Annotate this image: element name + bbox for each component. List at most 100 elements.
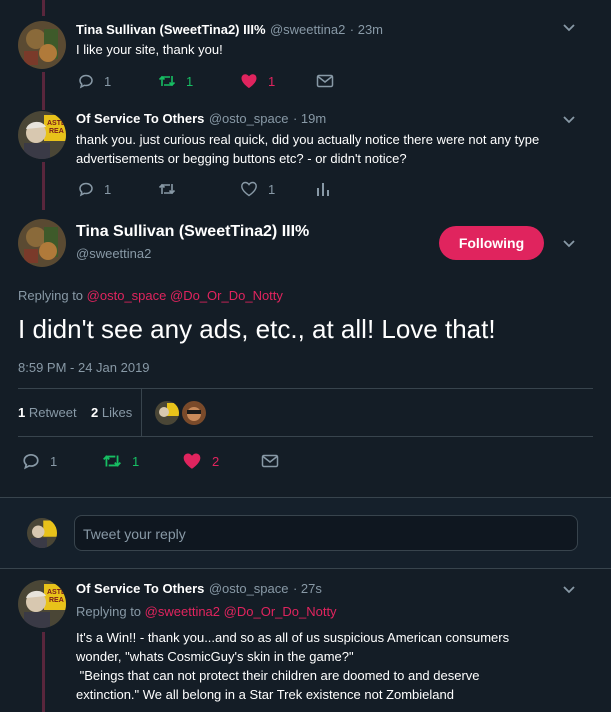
liker-avatar[interactable]	[155, 401, 179, 425]
retweet-button[interactable]	[158, 181, 240, 197]
divider	[18, 436, 593, 437]
mention-link[interactable]: @Do_Or_Do_Notty	[224, 604, 337, 619]
tweet3-header: Of Service To Others @osto_space · 27s	[76, 580, 322, 598]
thread-line-top	[42, 0, 45, 16]
composer-avatar[interactable]	[27, 518, 57, 548]
retweet-button[interactable]: 1	[102, 452, 182, 470]
like-button[interactable]: 1	[240, 181, 316, 197]
reply-icon	[23, 453, 39, 470]
retweets-label: Retweet	[28, 405, 77, 420]
reply-input[interactable]: Tweet your reply	[74, 515, 578, 551]
following-button[interactable]: Following	[439, 226, 544, 260]
retweet-icon	[158, 75, 176, 87]
author-name[interactable]: Of Service To Others	[76, 581, 204, 596]
like-count: 2	[212, 453, 220, 469]
analytics-button[interactable]	[316, 181, 330, 197]
retweet-button[interactable]: 1	[158, 73, 240, 89]
reply-button[interactable]: 1	[78, 181, 158, 197]
retweets-stat[interactable]: 1 Retweet	[18, 405, 77, 420]
author-handle[interactable]: @osto_space	[209, 111, 289, 126]
likes-count: 2	[91, 405, 99, 420]
message-button[interactable]	[316, 74, 334, 88]
replying-to-prefix: Replying to	[18, 288, 84, 303]
main-timestamp[interactable]: 8:59 PM - 24 Jan 2019	[18, 360, 150, 375]
reply-button[interactable]: 1	[22, 452, 102, 470]
likes-label: Likes	[101, 405, 133, 420]
reply-count: 1	[104, 181, 112, 197]
reply-button[interactable]: 1	[78, 73, 158, 89]
heart-outline-icon	[241, 181, 257, 197]
tweet3-replying-to: Replying to @sweettina2 @Do_Or_Do_Notty	[76, 604, 337, 619]
avatar-tina-main[interactable]	[18, 219, 66, 267]
liker-avatar[interactable]	[182, 401, 206, 425]
avatar-tina[interactable]	[18, 21, 66, 69]
tweet3-text-line: It's a Win!! - thank you...and so as all…	[76, 630, 510, 645]
tweet2-actions: 1 1	[78, 181, 330, 197]
replying-to-prefix: Replying to	[76, 604, 142, 619]
tweet-time[interactable]: · 23m	[350, 22, 383, 37]
section-divider	[0, 568, 611, 569]
svg-text:REA: REA	[49, 128, 64, 135]
mention-link[interactable]: @osto_space	[87, 288, 167, 303]
svg-text:REA: REA	[49, 597, 64, 604]
svg-text:ASTE: ASTE	[47, 120, 66, 127]
tweet2-text-line2: advertisements or begging buttons etc? -…	[76, 151, 407, 166]
main-tweet-text: I didn't see any ads, etc., at all! Love…	[18, 314, 496, 344]
main-author-handle[interactable]: @sweettina2	[76, 246, 151, 261]
like-button[interactable]: 1	[240, 73, 316, 89]
chevron-down-icon[interactable]	[562, 582, 576, 599]
main-actions: 1 1 2	[22, 452, 279, 470]
tweet-time[interactable]: · 19m	[293, 111, 326, 126]
mention-link[interactable]: @sweettina2	[145, 604, 220, 619]
retweet-icon	[103, 455, 121, 467]
chevron-down-icon[interactable]	[562, 236, 576, 253]
chevron-down-icon[interactable]	[562, 112, 576, 129]
like-button[interactable]: 2	[182, 452, 261, 470]
svg-text:ASTE: ASTE	[47, 589, 66, 596]
author-handle[interactable]: @osto_space	[209, 581, 289, 596]
tweet3-text: It's a Win!! - thank you...and so as all…	[76, 628, 596, 704]
reply-icon	[79, 182, 93, 197]
tweet3-text-line: wonder, "whats CosmicGuy's skin in the g…	[76, 649, 354, 664]
reply-count: 1	[50, 453, 58, 469]
thread-line-lower	[42, 162, 45, 210]
tweet2-text: thank you. just curious real quick, did …	[76, 130, 596, 168]
avatar-osto-reply[interactable]: ASTE REA	[18, 580, 66, 628]
stats-separator	[141, 388, 142, 436]
author-handle[interactable]: @sweettina2	[270, 22, 345, 37]
retweet-count: 1	[186, 73, 194, 89]
divider	[18, 388, 593, 389]
like-count: 1	[268, 73, 276, 89]
envelope-icon	[261, 454, 279, 468]
thread-line-bottom	[42, 632, 45, 712]
engagement-stats: 1 Retweet 2 Likes	[18, 405, 132, 420]
author-name[interactable]: Of Service To Others	[76, 111, 204, 126]
tweet-time[interactable]: · 27s	[293, 581, 322, 596]
replying-to: Replying to @osto_space @Do_Or_Do_Notty	[18, 288, 283, 303]
tweet1-header: Tina Sullivan (SweetTina2) III% @sweetti…	[76, 21, 383, 39]
retweet-icon	[158, 183, 176, 195]
analytics-icon	[317, 183, 329, 196]
tweet3-text-line: extinction." We all belong in a Star Tre…	[76, 687, 454, 702]
author-name[interactable]: Tina Sullivan (SweetTina2) III%	[76, 22, 266, 37]
likes-stat[interactable]: 2 Likes	[91, 405, 132, 420]
thread-line-middle	[42, 72, 45, 110]
mention-link[interactable]: @Do_Or_Do_Notty	[170, 288, 283, 303]
reply-count: 1	[104, 73, 112, 89]
tweet2-text-line1: thank you. just curious real quick, did …	[76, 132, 540, 147]
reply-icon	[79, 74, 93, 89]
chevron-down-icon[interactable]	[562, 20, 576, 37]
message-button[interactable]	[261, 454, 279, 468]
avatar-osto[interactable]: ASTE REA	[18, 111, 66, 159]
main-author-name[interactable]: Tina Sullivan (SweetTina2) III%	[76, 223, 309, 241]
tweet2-header: Of Service To Others @osto_space · 19m	[76, 110, 326, 128]
tweet1-actions: 1 1 1	[78, 73, 334, 89]
envelope-icon	[316, 74, 334, 88]
like-count: 1	[268, 181, 276, 197]
tweet1-text: I like your site, thank you!	[76, 42, 223, 57]
retweets-count: 1	[18, 405, 26, 420]
liker-avatars	[155, 401, 206, 425]
heart-icon	[241, 74, 257, 88]
heart-icon	[183, 453, 201, 469]
tweet3-text-line: "Beings that can not protect their child…	[76, 668, 480, 683]
